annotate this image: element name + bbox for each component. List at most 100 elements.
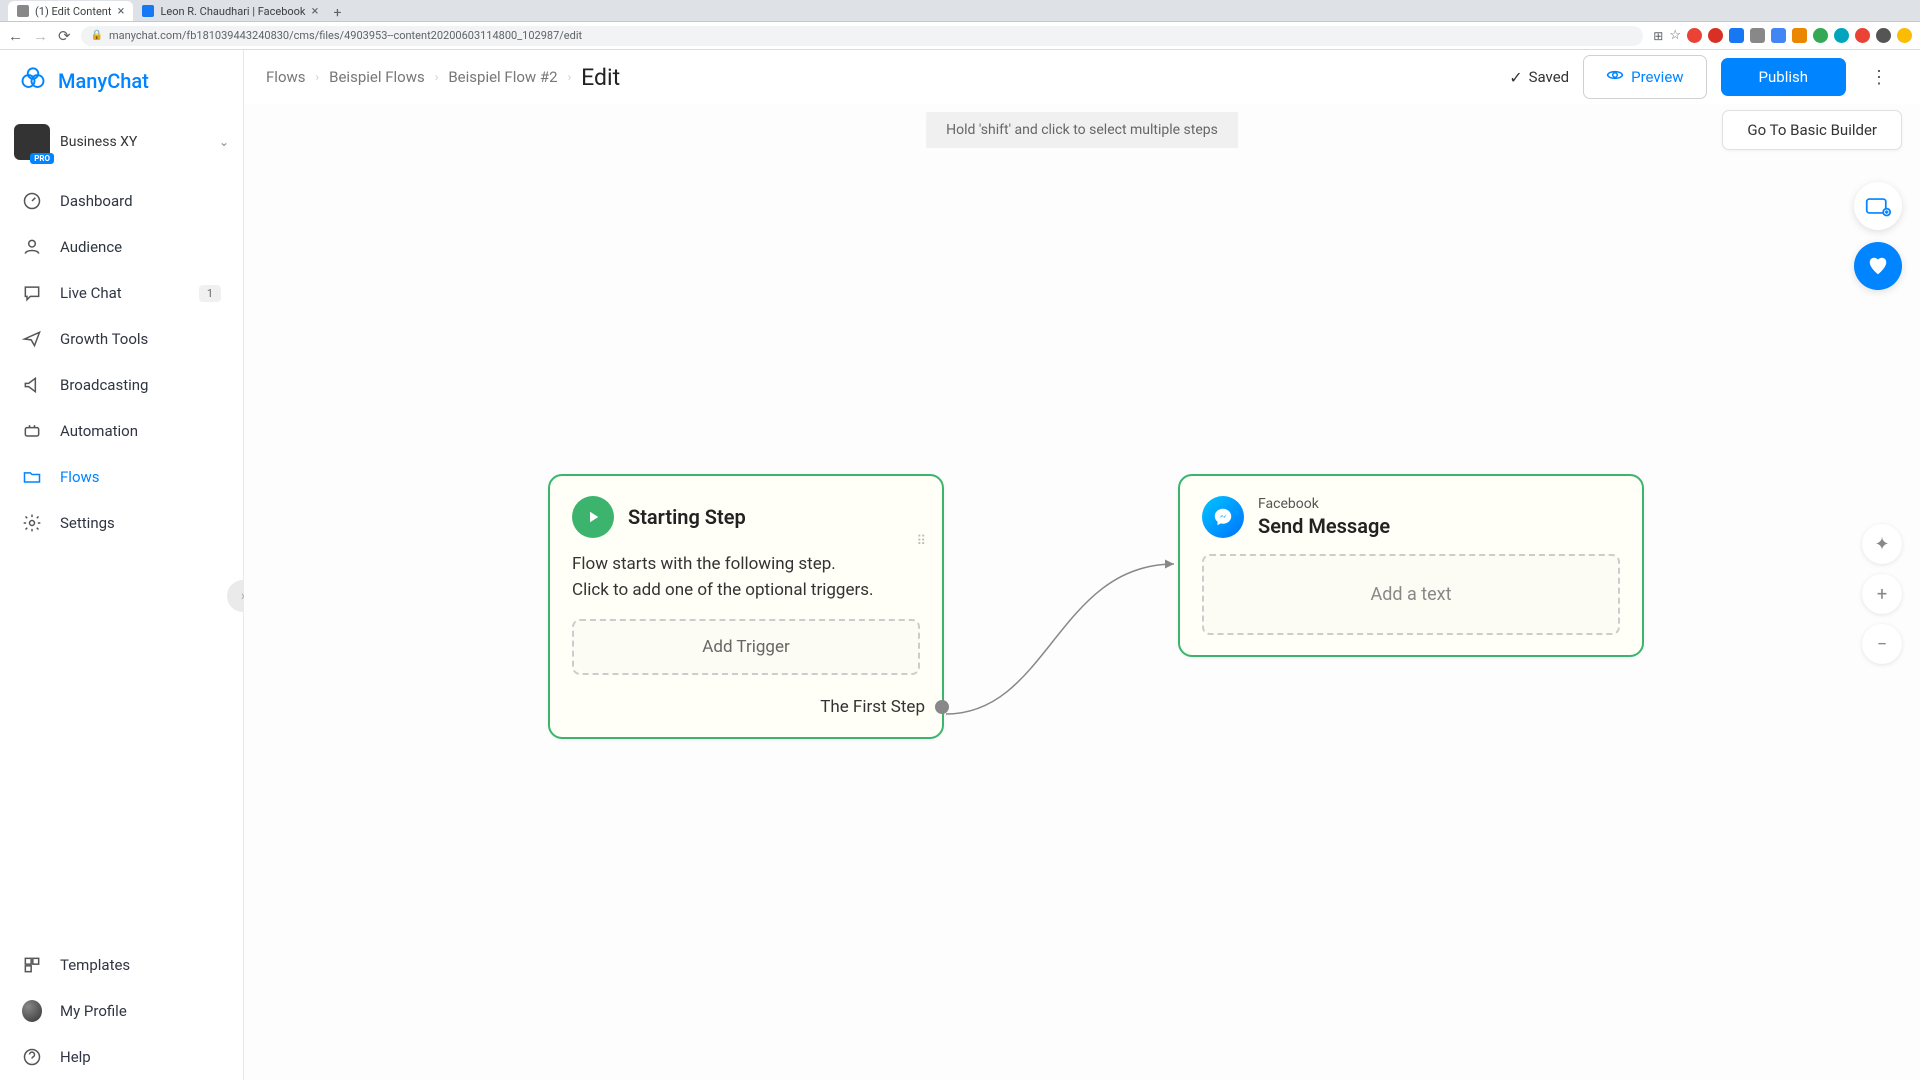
sidebar-item-growth[interactable]: Growth Tools: [0, 316, 243, 362]
sidebar-item-label: Settings: [60, 514, 115, 532]
ext-icon[interactable]: [1834, 28, 1849, 43]
connector-line: [938, 544, 1184, 724]
add-trigger-button[interactable]: Add Trigger: [572, 619, 920, 675]
extensions-row: ⊞ ☆: [1653, 28, 1912, 43]
page-header: Flows › Beispiel Flows › Beispiel Flow #…: [244, 50, 1920, 104]
lock-icon: 🔒: [91, 30, 103, 41]
manychat-logo-icon: [18, 66, 48, 96]
publish-button[interactable]: Publish: [1721, 58, 1846, 96]
sidebar-item-profile[interactable]: My Profile: [0, 988, 243, 1034]
close-icon[interactable]: ×: [117, 5, 124, 18]
preview-label: Preview: [1631, 68, 1683, 86]
node-body-line: Flow starts with the following step.: [572, 552, 920, 578]
sidebar-item-label: Flows: [60, 468, 100, 486]
chevron-right-icon: ›: [435, 70, 439, 84]
send-icon: [22, 329, 42, 349]
connector-output-dot[interactable]: [935, 700, 949, 714]
sidebar-item-audience[interactable]: Audience: [0, 224, 243, 270]
heart-button[interactable]: [1854, 242, 1902, 290]
add-text-button[interactable]: Add a text: [1202, 554, 1620, 635]
account-name: Business XY: [60, 134, 209, 150]
help-icon: [22, 1047, 42, 1067]
pro-badge: PRO: [30, 153, 54, 164]
reload-button[interactable]: ⟳: [58, 27, 71, 45]
logo[interactable]: ManyChat: [0, 58, 243, 114]
logo-text: ManyChat: [58, 69, 149, 93]
sidebar-item-label: Live Chat: [60, 284, 122, 302]
chevron-right-icon: ›: [568, 70, 572, 84]
ext-icon[interactable]: [1813, 28, 1828, 43]
node-starting-step[interactable]: Starting Step ⠿ Flow starts with the fol…: [548, 474, 944, 739]
browser-address-bar: ← → ⟳ 🔒 manychat.com/fb181039443240830/c…: [0, 22, 1920, 50]
profile-avatar: [22, 1001, 42, 1021]
magic-button[interactable]: ✦: [1862, 524, 1902, 564]
saved-label: Saved: [1529, 68, 1570, 86]
sidebar-item-label: Help: [60, 1048, 91, 1066]
breadcrumb-item[interactable]: Flows: [266, 68, 306, 86]
gauge-icon: [22, 191, 42, 211]
more-menu-button[interactable]: ⋮: [1860, 61, 1898, 94]
zoom-out-button[interactable]: −: [1862, 624, 1902, 664]
sidebar-item-automation[interactable]: Automation: [0, 408, 243, 454]
account-selector[interactable]: PRO Business XY ⌄: [0, 114, 243, 178]
eye-icon: [1606, 66, 1624, 88]
sidebar-item-flows[interactable]: Flows: [0, 454, 243, 500]
sidebar-item-templates[interactable]: Templates: [0, 942, 243, 988]
node-send-message[interactable]: Facebook Send Message Add a text: [1178, 474, 1644, 657]
ext-icon[interactable]: [1897, 28, 1912, 43]
ext-icon[interactable]: [1855, 28, 1870, 43]
sidebar-item-livechat[interactable]: Live Chat 1: [0, 270, 243, 316]
preview-button[interactable]: Preview: [1583, 55, 1706, 99]
tab-title: Leon R. Chaudhari | Facebook: [160, 5, 305, 18]
browser-tab-active[interactable]: (1) Edit Content ×: [8, 1, 133, 21]
grip-icon[interactable]: ⠿: [916, 534, 926, 549]
close-icon[interactable]: ×: [312, 5, 319, 18]
browser-tab[interactable]: Leon R. Chaudhari | Facebook ×: [133, 1, 327, 21]
ext-icon[interactable]: [1792, 28, 1807, 43]
node-title: Starting Step: [628, 505, 746, 529]
breadcrumb-item[interactable]: Beispiel Flow #2: [448, 68, 557, 86]
ext-icon[interactable]: [1708, 28, 1723, 43]
url-text: manychat.com/fb181039443240830/cms/files…: [109, 29, 582, 42]
folder-icon: [22, 467, 42, 487]
publish-label: Publish: [1759, 68, 1808, 86]
sidebar-item-settings[interactable]: Settings: [0, 500, 243, 546]
sidebar-item-label: My Profile: [60, 1002, 127, 1020]
ext-icon[interactable]: [1750, 28, 1765, 43]
breadcrumb-item[interactable]: Beispiel Flows: [329, 68, 425, 86]
saved-indicator: ✓ Saved: [1509, 68, 1569, 87]
ext-icon[interactable]: [1729, 28, 1744, 43]
page-title: Edit: [581, 64, 620, 91]
sidebar-item-label: Templates: [60, 956, 130, 974]
user-icon: [22, 237, 42, 257]
url-input[interactable]: 🔒 manychat.com/fb181039443240830/cms/fil…: [81, 26, 1644, 46]
ext-icon[interactable]: [1687, 28, 1702, 43]
broadcast-icon: [22, 375, 42, 395]
add-step-button[interactable]: [1854, 182, 1902, 230]
browser-tab-bar: (1) Edit Content × Leon R. Chaudhari | F…: [0, 0, 1920, 22]
sidebar-item-label: Growth Tools: [60, 330, 148, 348]
sidebar-item-label: Audience: [60, 238, 122, 256]
forward-button[interactable]: →: [33, 27, 48, 45]
star-icon[interactable]: ☆: [1669, 28, 1681, 43]
first-step-label: The First Step: [820, 697, 925, 717]
sidebar-item-dashboard[interactable]: Dashboard: [0, 178, 243, 224]
account-avatar: PRO: [14, 124, 50, 160]
translate-icon[interactable]: ⊞: [1653, 29, 1663, 43]
sidebar-item-broadcasting[interactable]: Broadcasting: [0, 362, 243, 408]
avatar-icon[interactable]: [1876, 28, 1891, 43]
sidebar-item-label: Broadcasting: [60, 376, 148, 394]
chat-icon: [22, 283, 42, 303]
basic-builder-button[interactable]: Go To Basic Builder: [1722, 110, 1902, 150]
gear-icon: [22, 513, 42, 533]
node-title: Send Message: [1258, 514, 1390, 538]
sidebar-item-label: Automation: [60, 422, 138, 440]
flow-canvas[interactable]: Hold 'shift' and click to select multipl…: [244, 104, 1920, 1080]
new-tab-button[interactable]: +: [327, 5, 347, 21]
ext-icon[interactable]: [1771, 28, 1786, 43]
zoom-in-button[interactable]: +: [1862, 574, 1902, 614]
sidebar-item-help[interactable]: Help: [0, 1034, 243, 1080]
back-button[interactable]: ←: [8, 27, 23, 45]
node-body-line: Click to add one of the optional trigger…: [572, 578, 920, 604]
automation-icon: [22, 421, 42, 441]
